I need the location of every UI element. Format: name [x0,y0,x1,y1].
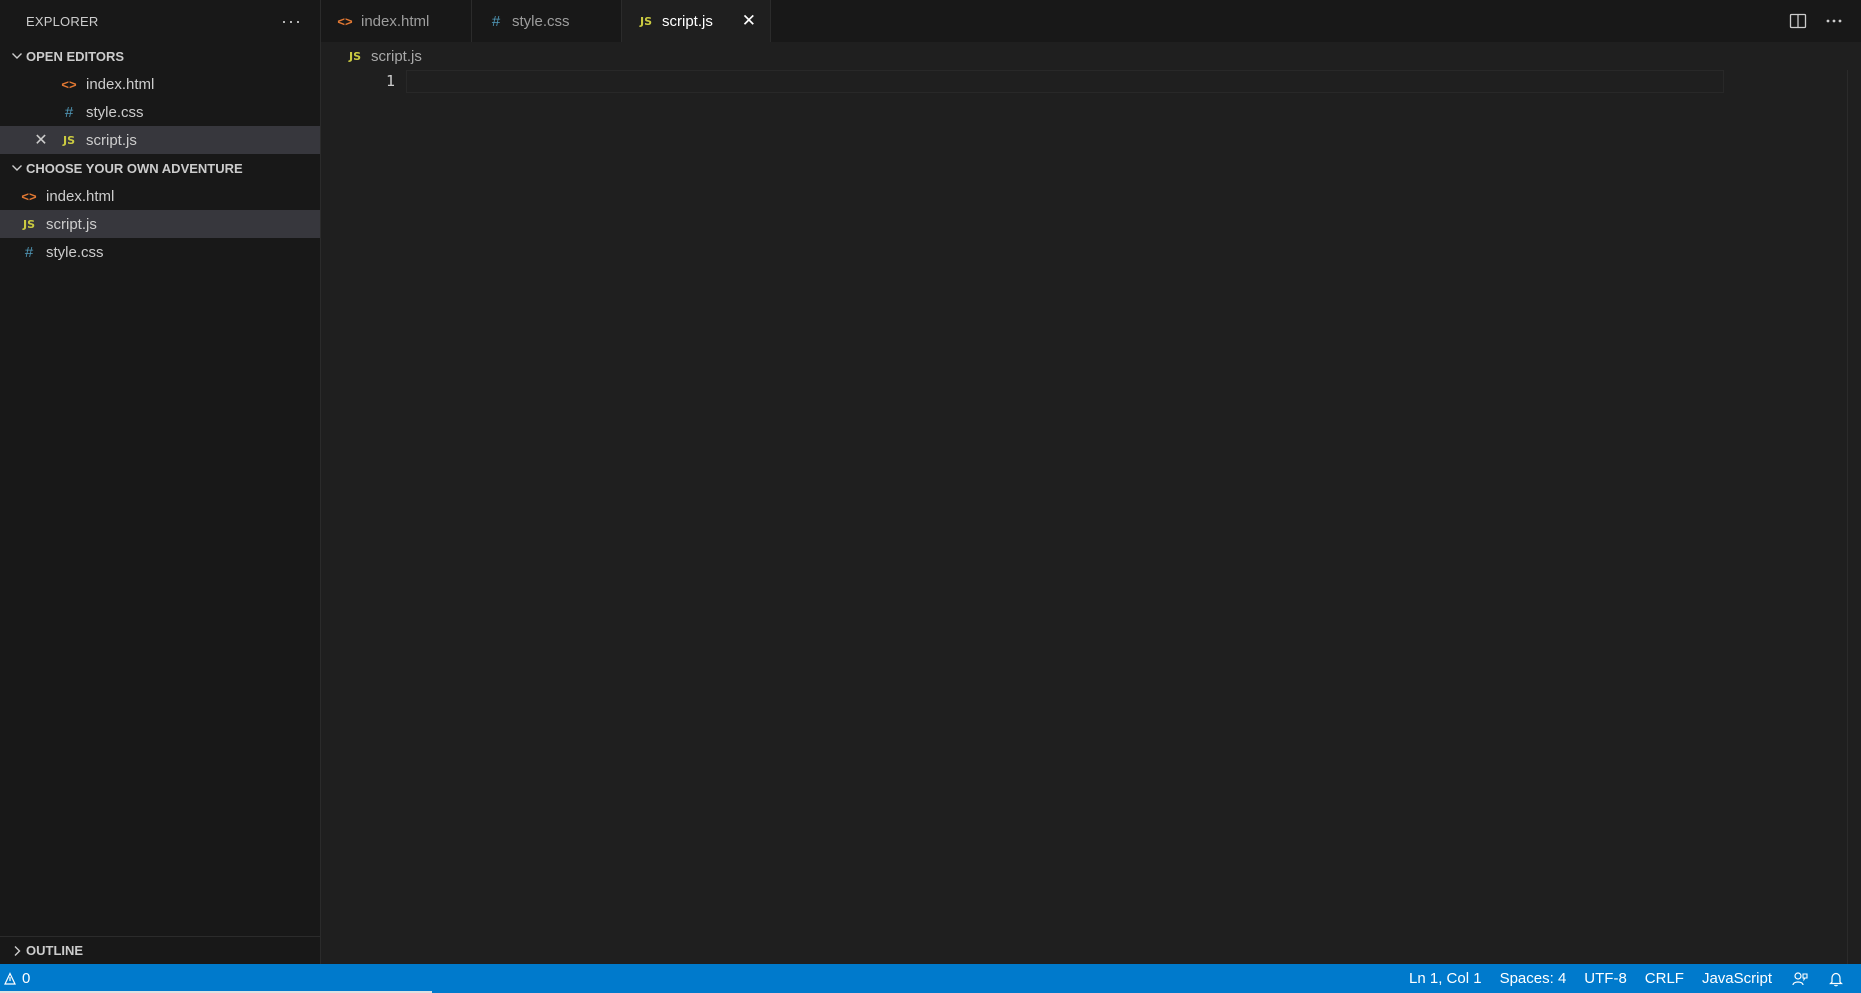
more-actions-icon[interactable] [1825,13,1843,29]
split-editor-icon[interactable] [1789,13,1807,29]
file-item-style-css[interactable]: # style.css [0,238,320,266]
open-editor-item-script-js[interactable]: ✕ JS script.js [0,126,320,154]
explorer-sidebar: EXPLORER ··· OPEN EDITORS <> index.html … [0,0,321,964]
current-line-highlight[interactable] [406,70,1724,93]
js-file-icon: JS [22,217,35,231]
problems-count[interactable]: 0 [22,970,30,987]
editor-scrollbar[interactable] [1847,70,1861,964]
chevron-down-icon [8,50,26,62]
css-file-icon: # [64,103,74,121]
folder-label: CHOOSE YOUR OWN ADVENTURE [26,160,243,176]
tab-label: style.css [512,12,570,30]
close-icon[interactable]: ✕ [742,11,756,31]
html-file-icon: <> [21,188,37,204]
cursor-position[interactable]: Ln 1, Col 1 [1400,970,1491,987]
css-file-icon: # [491,12,501,30]
tab-label: index.html [361,12,430,30]
html-file-icon: <> [61,76,77,92]
file-label: script.js [46,215,97,233]
open-editor-item-index-html[interactable]: <> index.html [0,70,320,98]
file-item-index-html[interactable]: <> index.html [0,182,320,210]
js-file-icon: JS [62,133,75,147]
open-editors-header[interactable]: OPEN EDITORS [0,42,320,70]
indentation[interactable]: Spaces: 4 [1491,970,1576,987]
html-file-icon: <> [337,13,353,29]
tab-script-js[interactable]: JS script.js ✕ [622,0,771,42]
open-editor-label: script.js [86,131,137,149]
chevron-down-icon [8,162,26,174]
warning-icon[interactable] [2,971,18,986]
open-editor-label: index.html [86,75,155,93]
language-mode[interactable]: JavaScript [1693,970,1781,987]
status-bar: 0 Ln 1, Col 1 Spaces: 4 UTF-8 CRLF JavaS… [0,964,1861,993]
tab-label: script.js [662,12,713,30]
outline-header[interactable]: OUTLINE [0,936,320,964]
breadcrumb-file[interactable]: script.js [371,48,422,65]
js-file-icon: JS [348,49,361,63]
css-file-icon: # [24,243,34,261]
explorer-more-actions-button[interactable]: ··· [281,11,302,32]
editor-tab-bar: <> index.html # style.css JS script.js ✕ [321,0,1861,42]
explorer-title: EXPLORER [26,13,99,29]
tab-index-html[interactable]: <> index.html [321,0,472,42]
feedback-icon[interactable] [1781,971,1819,987]
tab-style-css[interactable]: # style.css [472,0,622,42]
open-editor-label: style.css [86,103,144,121]
code-editor[interactable]: 1 [321,70,1861,964]
file-item-script-js[interactable]: JS script.js [0,210,320,238]
encoding[interactable]: UTF-8 [1575,970,1636,987]
js-file-icon: JS [639,14,652,28]
line-number: 1 [385,72,395,90]
outline-label: OUTLINE [26,943,84,958]
vscode-window: EXPLORER ··· OPEN EDITORS <> index.html … [0,0,1861,993]
explorer-header: EXPLORER ··· [0,0,320,42]
chevron-right-icon [8,945,26,957]
open-editor-item-style-css[interactable]: # style.css [0,98,320,126]
close-icon[interactable]: ✕ [31,130,51,150]
file-label: index.html [46,187,115,205]
file-label: style.css [46,243,104,261]
editor-actions [1789,0,1861,42]
end-of-line[interactable]: CRLF [1636,970,1693,987]
bell-icon[interactable] [1819,971,1853,987]
open-editors-label: OPEN EDITORS [26,48,125,64]
breadcrumb: JS script.js [321,42,1861,70]
folder-header[interactable]: CHOOSE YOUR OWN ADVENTURE [0,154,320,182]
